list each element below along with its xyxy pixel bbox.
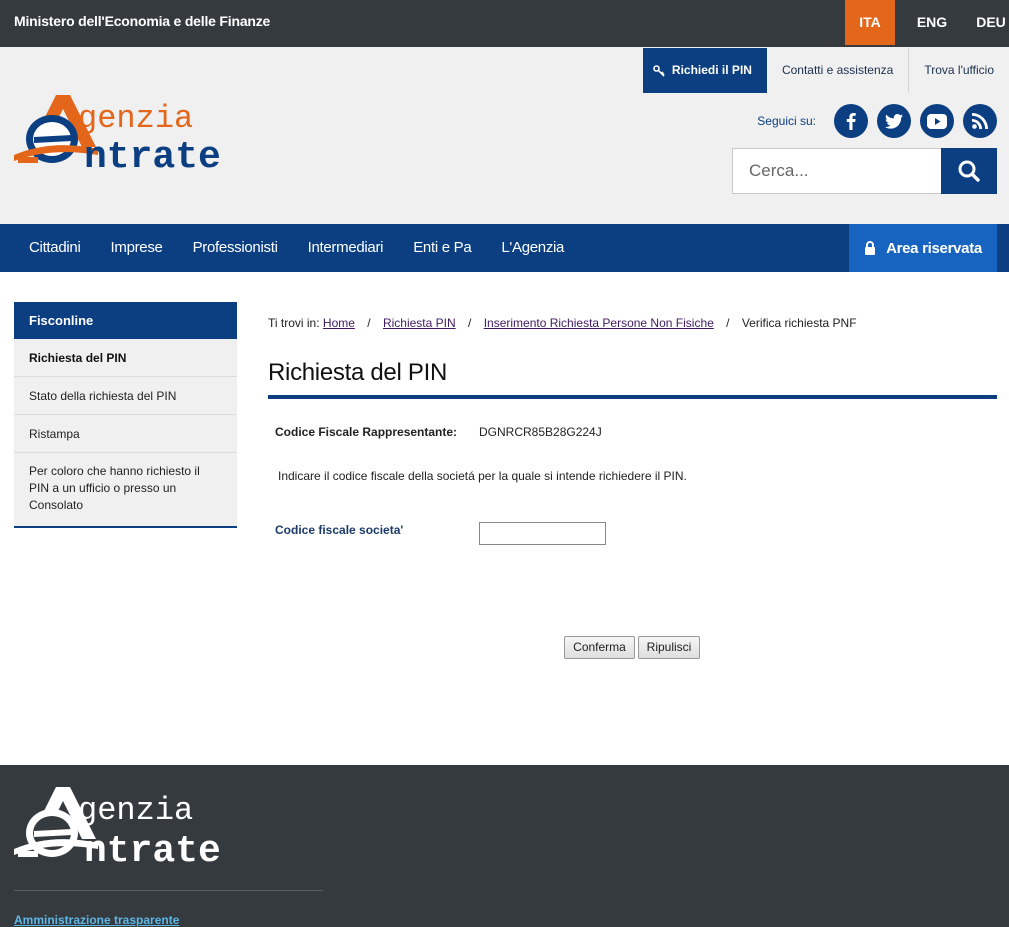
sidebar-item-stato-richiesta[interactable]: Stato della richiesta del PIN	[14, 377, 237, 415]
footer: genzia ntrate Amministrazione trasparent…	[0, 765, 1009, 927]
breadcrumb-prefix: Ti trovi in:	[268, 316, 320, 330]
ministry-link[interactable]: Ministero dell'Economia e delle Finanze	[14, 13, 270, 29]
breadcrumb: Ti trovi in: Home / Richiesta PIN / Inse…	[268, 316, 857, 330]
nav-item-intermediari[interactable]: Intermediari	[293, 224, 399, 272]
confirm-button[interactable]: Conferma	[564, 636, 635, 659]
lang-deu[interactable]: DEU	[973, 0, 1009, 45]
nav-item-enti-pa[interactable]: Enti e Pa	[398, 224, 486, 272]
youtube-icon[interactable]	[920, 104, 954, 138]
instruction-text: Indicare il codice fiscale della societá…	[278, 469, 687, 483]
lock-icon	[865, 241, 876, 255]
transparency-link[interactable]: Amministrazione trasparente	[14, 913, 179, 927]
search-button[interactable]	[941, 148, 997, 194]
title-divider	[268, 395, 997, 399]
facebook-icon[interactable]	[834, 104, 868, 138]
language-switcher: ITA ENG DEU	[845, 0, 1009, 47]
contacts-link[interactable]: Contatti e assistenza	[767, 48, 910, 93]
svg-text:ntrate: ntrate	[84, 830, 221, 867]
agenzia-entrate-logo[interactable]: genzia ntrate	[12, 89, 272, 175]
lang-eng[interactable]: ENG	[915, 0, 949, 45]
breadcrumb-separator: /	[468, 316, 472, 330]
sidebar-item-richiesta-pin[interactable]: Richiesta del PIN	[14, 339, 237, 377]
find-office-link[interactable]: Trova l'ufficio	[909, 48, 997, 93]
sidebar-heading[interactable]: Fisconline	[14, 302, 237, 339]
sidebar-menu: Fisconline Richiesta del PIN Stato della…	[14, 302, 237, 528]
clear-button[interactable]: Ripulisci	[638, 636, 700, 659]
company-cf-label: Codice fiscale societa'	[275, 523, 404, 537]
search-icon	[958, 160, 980, 182]
cf-representative-label: Codice Fiscale Rappresentante:	[275, 425, 458, 439]
sidebar-item-ufficio-consolato[interactable]: Per coloro che hanno richiesto il PIN a …	[14, 453, 237, 526]
nav-item-professionisti[interactable]: Professionisti	[178, 224, 293, 272]
page-title: Richiesta del PIN	[268, 359, 447, 386]
header-links: Richiedi il PIN Contatti e assistenza Tr…	[642, 48, 997, 93]
svg-text:genzia: genzia	[78, 100, 193, 137]
request-pin-label: Richiedi il PIN	[671, 63, 752, 77]
footer-divider	[14, 890, 323, 891]
nav-item-imprese[interactable]: Imprese	[96, 224, 178, 272]
nav-item-cittadini[interactable]: Cittadini	[14, 224, 96, 272]
twitter-icon[interactable]	[877, 104, 911, 138]
breadcrumb-richiesta-pin[interactable]: Richiesta PIN	[383, 316, 456, 330]
search-input[interactable]	[732, 148, 941, 194]
breadcrumb-separator: /	[726, 316, 730, 330]
search-box	[732, 148, 997, 194]
reserved-area-label: Area riservata	[886, 239, 982, 257]
breadcrumb-current: Verifica richiesta PNF	[741, 316, 857, 330]
breadcrumb-inserimento[interactable]: Inserimento Richiesta Persone Non Fisich…	[484, 316, 714, 330]
reserved-area-button[interactable]: Area riservata	[849, 224, 997, 272]
header: genzia ntrate Richiedi il PIN Contatti e…	[0, 47, 1009, 224]
top-bar: Ministero dell'Economia e delle Finanze …	[0, 0, 1009, 47]
key-icon	[653, 64, 665, 77]
lang-ita[interactable]: ITA	[845, 0, 895, 45]
cf-representative-value: DGNRCR85B28G224J	[479, 425, 602, 439]
svg-text:genzia: genzia	[78, 792, 193, 829]
footer-logo[interactable]: genzia ntrate	[12, 783, 272, 867]
request-pin-link[interactable]: Richiedi il PIN	[642, 48, 767, 93]
company-cf-input[interactable]	[479, 522, 606, 545]
rss-icon[interactable]	[963, 104, 997, 138]
svg-text:ntrate: ntrate	[84, 136, 221, 175]
social-label: Seguici su:	[757, 114, 816, 128]
nav-item-agenzia[interactable]: L'Agenzia	[486, 224, 579, 272]
sidebar-item-ristampa[interactable]: Ristampa	[14, 415, 237, 453]
breadcrumb-home[interactable]: Home	[323, 316, 355, 330]
main-navigation: Cittadini Imprese Professionisti Interme…	[0, 224, 1009, 272]
social-links: Seguici su:	[757, 104, 997, 138]
breadcrumb-separator: /	[367, 316, 371, 330]
